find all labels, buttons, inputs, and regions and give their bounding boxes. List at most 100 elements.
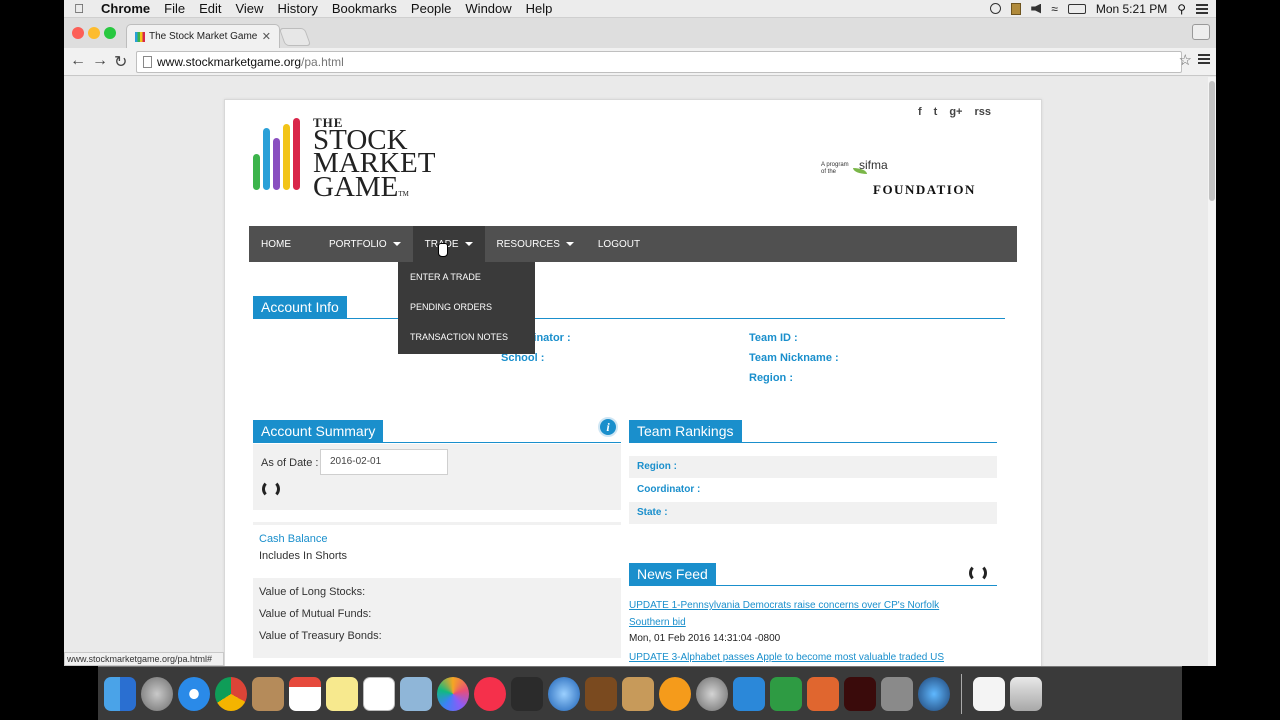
wifi-icon[interactable]: ≈ bbox=[1051, 2, 1058, 16]
as-of-date-input[interactable]: 2016-02-01 bbox=[320, 449, 448, 475]
zoom-window-button[interactable] bbox=[104, 27, 116, 39]
menu-file[interactable]: File bbox=[157, 1, 192, 16]
logo-wordmark: THE STOCK MARKET GAMETM bbox=[313, 116, 435, 201]
chrome-menu-icon[interactable] bbox=[1198, 54, 1210, 64]
nav-logout[interactable]: LOGOUT bbox=[586, 226, 652, 262]
chrome-icon[interactable] bbox=[215, 676, 247, 711]
caret-down-icon bbox=[464, 242, 473, 246]
notes-icon[interactable] bbox=[326, 676, 358, 711]
cash-balance-link[interactable]: Cash Balance bbox=[259, 533, 328, 545]
page-scrollbar[interactable] bbox=[1208, 77, 1216, 666]
back-arrow-icon[interactable]: ← bbox=[70, 52, 86, 70]
summary-refresh-icon[interactable] bbox=[262, 480, 280, 498]
excel-icon[interactable] bbox=[770, 676, 802, 711]
reload-icon[interactable]: ↻ bbox=[114, 52, 127, 72]
news-feed-divider bbox=[629, 585, 997, 586]
team-id-label: Team ID : bbox=[749, 332, 798, 344]
news-refresh-icon[interactable] bbox=[969, 564, 987, 582]
menu-app-chrome[interactable]: Chrome bbox=[94, 1, 157, 16]
smg-logo[interactable]: THE STOCK MARKET GAMETM bbox=[253, 116, 435, 202]
nav-home-label: HOME bbox=[261, 238, 291, 250]
launchpad-icon[interactable] bbox=[141, 676, 173, 711]
scrollbar-thumb[interactable] bbox=[1209, 81, 1215, 201]
itunes-icon[interactable] bbox=[474, 676, 506, 711]
as-of-date-label: As of Date : bbox=[261, 457, 319, 469]
menu-bookmarks[interactable]: Bookmarks bbox=[325, 1, 404, 16]
tab-title: The Stock Market Game bbox=[149, 31, 258, 42]
calculator-icon[interactable] bbox=[881, 676, 913, 711]
menu-people[interactable]: People bbox=[404, 1, 458, 16]
notification-center-icon[interactable] bbox=[1196, 3, 1208, 14]
toolbar: ← → ↻ www.stockmarketgame.org/pa.html ☆ bbox=[64, 48, 1216, 76]
nav-home[interactable]: HOME bbox=[249, 226, 303, 262]
menu-edit[interactable]: Edit bbox=[192, 1, 228, 16]
nav-trade[interactable]: TRADE bbox=[412, 226, 485, 262]
news-date-1: Mon, 01 Feb 2016 14:31:04 -0800 bbox=[629, 633, 781, 644]
quicktime-icon[interactable] bbox=[918, 676, 950, 711]
trash-icon[interactable] bbox=[1010, 676, 1042, 711]
forward-arrow-icon[interactable]: → bbox=[92, 52, 108, 70]
contacts-icon[interactable] bbox=[252, 676, 284, 711]
minimize-window-button[interactable] bbox=[88, 27, 100, 39]
tab-strip: The Stock Market Game ✕ bbox=[64, 18, 1216, 48]
ibooks-icon[interactable] bbox=[659, 676, 691, 711]
desktop-left bbox=[0, 0, 64, 720]
nav-resources[interactable]: RESOURCES bbox=[485, 226, 586, 262]
account-info-title: Account Info bbox=[253, 296, 347, 318]
macos-dock bbox=[98, 666, 1182, 720]
system-preferences-icon[interactable] bbox=[696, 676, 728, 711]
menubar-clock[interactable]: Mon 5:21 PM bbox=[1096, 2, 1167, 16]
news-headline-1[interactable]: UPDATE 1-Pennsylvania Democrats raise co… bbox=[629, 597, 959, 631]
long-stocks-label: Value of Long Stocks: bbox=[259, 586, 366, 598]
finder-icon[interactable] bbox=[104, 676, 136, 711]
word-icon[interactable] bbox=[733, 676, 765, 711]
menu-item-transaction-notes[interactable]: TRANSACTION NOTES bbox=[398, 322, 535, 352]
facebook-icon[interactable]: f bbox=[918, 106, 922, 118]
main-nav: HOME PORTFOLIO TRADE RESOURCES LOGOUT bbox=[249, 226, 1017, 262]
garageband-icon[interactable] bbox=[585, 676, 617, 711]
menu-history[interactable]: History bbox=[270, 1, 324, 16]
menu-item-pending-orders[interactable]: PENDING ORDERS bbox=[398, 292, 535, 322]
google-plus-icon[interactable]: g+ bbox=[949, 106, 962, 118]
imovie-icon[interactable] bbox=[511, 676, 543, 711]
photos-icon[interactable] bbox=[437, 676, 469, 711]
powerpoint-icon[interactable] bbox=[807, 676, 839, 711]
calendar-icon[interactable] bbox=[289, 676, 321, 711]
reminders-icon[interactable] bbox=[363, 676, 395, 711]
safari-icon[interactable] bbox=[178, 676, 210, 711]
new-tab-button[interactable] bbox=[278, 28, 312, 46]
preview-icon[interactable] bbox=[400, 676, 432, 711]
menu-view[interactable]: View bbox=[228, 1, 270, 16]
nav-portfolio[interactable]: PORTFOLIO bbox=[303, 226, 413, 262]
documents-stack-icon[interactable] bbox=[973, 676, 1005, 711]
rank-row-region bbox=[629, 456, 997, 478]
dvd-player-icon[interactable] bbox=[548, 676, 580, 711]
sifma-foundation-logo[interactable]: A program of the sifma FOUNDATION bbox=[821, 158, 991, 198]
twitter-icon[interactable]: t bbox=[934, 106, 938, 118]
record-icon[interactable] bbox=[990, 3, 1002, 14]
acrobat-icon[interactable] bbox=[844, 676, 876, 711]
bookmark-star-icon[interactable]: ☆ bbox=[1179, 51, 1192, 69]
battery-icon[interactable] bbox=[1067, 3, 1086, 14]
profile-icon[interactable] bbox=[1192, 24, 1210, 40]
menu-help[interactable]: Help bbox=[519, 1, 560, 16]
rss-icon[interactable]: rss bbox=[974, 106, 991, 118]
archive-icon[interactable] bbox=[1011, 2, 1022, 15]
address-bar[interactable]: www.stockmarketgame.org/pa.html bbox=[136, 51, 1182, 73]
news-headline-2[interactable]: UPDATE 3-Alphabet passes Apple to become… bbox=[629, 649, 969, 666]
spotlight-icon[interactable]: ⚲ bbox=[1177, 2, 1186, 16]
account-summary-divider bbox=[253, 442, 621, 443]
menu-window[interactable]: Window bbox=[458, 1, 518, 16]
close-window-button[interactable] bbox=[72, 27, 84, 39]
team-rankings-title: Team Rankings bbox=[629, 420, 742, 442]
volume-icon[interactable] bbox=[1031, 3, 1042, 14]
close-tab-icon[interactable]: ✕ bbox=[262, 30, 271, 43]
apple-icon[interactable]:  bbox=[64, 1, 94, 16]
iphoto-icon[interactable] bbox=[622, 676, 654, 711]
info-icon[interactable]: i bbox=[598, 417, 618, 437]
menu-item-enter-trade[interactable]: ENTER A TRADE bbox=[398, 262, 535, 292]
status-bar-url: www.stockmarketgame.org/pa.html# bbox=[64, 652, 224, 666]
account-info-divider bbox=[253, 318, 1005, 319]
page-icon bbox=[143, 56, 152, 68]
browser-tab-active[interactable]: The Stock Market Game ✕ bbox=[126, 24, 280, 48]
